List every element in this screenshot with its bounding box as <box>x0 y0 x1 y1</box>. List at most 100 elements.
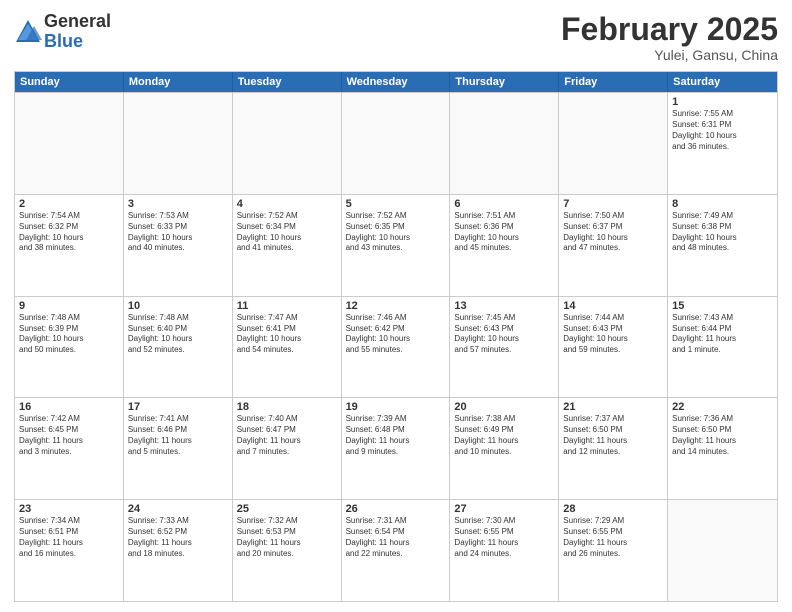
day-number: 13 <box>454 300 554 312</box>
header-sunday: Sunday <box>15 72 124 92</box>
cal-cell-w3d1: 17Sunrise: 7:41 AM Sunset: 6:46 PM Dayli… <box>124 398 233 499</box>
cal-cell-w0d3 <box>342 93 451 194</box>
cal-cell-w3d0: 16Sunrise: 7:42 AM Sunset: 6:45 PM Dayli… <box>15 398 124 499</box>
location-subtitle: Yulei, Gansu, China <box>561 47 778 63</box>
calendar: Sunday Monday Tuesday Wednesday Thursday… <box>14 71 778 602</box>
header-thursday: Thursday <box>450 72 559 92</box>
day-number: 26 <box>346 503 446 515</box>
cal-cell-w2d1: 10Sunrise: 7:48 AM Sunset: 6:40 PM Dayli… <box>124 297 233 398</box>
day-info: Sunrise: 7:51 AM Sunset: 6:36 PM Dayligh… <box>454 211 554 254</box>
week-row-1: 2Sunrise: 7:54 AM Sunset: 6:32 PM Daylig… <box>15 194 777 296</box>
page: General Blue February 2025 Yulei, Gansu,… <box>0 0 792 612</box>
header-monday: Monday <box>124 72 233 92</box>
day-number: 27 <box>454 503 554 515</box>
day-number: 18 <box>237 401 337 413</box>
week-row-2: 9Sunrise: 7:48 AM Sunset: 6:39 PM Daylig… <box>15 296 777 398</box>
cal-cell-w3d5: 21Sunrise: 7:37 AM Sunset: 6:50 PM Dayli… <box>559 398 668 499</box>
header-saturday: Saturday <box>668 72 777 92</box>
cal-cell-w4d0: 23Sunrise: 7:34 AM Sunset: 6:51 PM Dayli… <box>15 500 124 601</box>
day-info: Sunrise: 7:40 AM Sunset: 6:47 PM Dayligh… <box>237 414 337 457</box>
day-number: 2 <box>19 198 119 210</box>
day-number: 10 <box>128 300 228 312</box>
header: General Blue February 2025 Yulei, Gansu,… <box>14 12 778 63</box>
logo-general-text: General <box>44 12 111 32</box>
cal-cell-w4d6 <box>668 500 777 601</box>
month-title: February 2025 <box>561 12 778 47</box>
day-info: Sunrise: 7:50 AM Sunset: 6:37 PM Dayligh… <box>563 211 663 254</box>
day-number: 5 <box>346 198 446 210</box>
logo-blue-text: Blue <box>44 32 111 52</box>
day-number: 19 <box>346 401 446 413</box>
day-info: Sunrise: 7:52 AM Sunset: 6:35 PM Dayligh… <box>346 211 446 254</box>
cal-cell-w2d2: 11Sunrise: 7:47 AM Sunset: 6:41 PM Dayli… <box>233 297 342 398</box>
day-number: 9 <box>19 300 119 312</box>
day-info: Sunrise: 7:34 AM Sunset: 6:51 PM Dayligh… <box>19 516 119 559</box>
day-info: Sunrise: 7:38 AM Sunset: 6:49 PM Dayligh… <box>454 414 554 457</box>
day-number: 21 <box>563 401 663 413</box>
day-info: Sunrise: 7:43 AM Sunset: 6:44 PM Dayligh… <box>672 313 773 356</box>
day-number: 22 <box>672 401 773 413</box>
day-number: 24 <box>128 503 228 515</box>
cal-cell-w0d6: 1Sunrise: 7:55 AM Sunset: 6:31 PM Daylig… <box>668 93 777 194</box>
cal-cell-w1d1: 3Sunrise: 7:53 AM Sunset: 6:33 PM Daylig… <box>124 195 233 296</box>
cal-cell-w1d5: 7Sunrise: 7:50 AM Sunset: 6:37 PM Daylig… <box>559 195 668 296</box>
day-info: Sunrise: 7:48 AM Sunset: 6:39 PM Dayligh… <box>19 313 119 356</box>
cal-cell-w2d4: 13Sunrise: 7:45 AM Sunset: 6:43 PM Dayli… <box>450 297 559 398</box>
cal-cell-w4d4: 27Sunrise: 7:30 AM Sunset: 6:55 PM Dayli… <box>450 500 559 601</box>
week-row-0: 1Sunrise: 7:55 AM Sunset: 6:31 PM Daylig… <box>15 92 777 194</box>
calendar-body: 1Sunrise: 7:55 AM Sunset: 6:31 PM Daylig… <box>15 92 777 601</box>
day-number: 28 <box>563 503 663 515</box>
header-tuesday: Tuesday <box>233 72 342 92</box>
cal-cell-w1d4: 6Sunrise: 7:51 AM Sunset: 6:36 PM Daylig… <box>450 195 559 296</box>
title-block: February 2025 Yulei, Gansu, China <box>561 12 778 63</box>
day-info: Sunrise: 7:33 AM Sunset: 6:52 PM Dayligh… <box>128 516 228 559</box>
calendar-header: Sunday Monday Tuesday Wednesday Thursday… <box>15 72 777 92</box>
header-friday: Friday <box>559 72 668 92</box>
day-number: 20 <box>454 401 554 413</box>
header-wednesday: Wednesday <box>342 72 451 92</box>
week-row-3: 16Sunrise: 7:42 AM Sunset: 6:45 PM Dayli… <box>15 397 777 499</box>
cal-cell-w4d5: 28Sunrise: 7:29 AM Sunset: 6:55 PM Dayli… <box>559 500 668 601</box>
cal-cell-w1d2: 4Sunrise: 7:52 AM Sunset: 6:34 PM Daylig… <box>233 195 342 296</box>
day-number: 25 <box>237 503 337 515</box>
day-info: Sunrise: 7:44 AM Sunset: 6:43 PM Dayligh… <box>563 313 663 356</box>
day-number: 7 <box>563 198 663 210</box>
day-number: 1 <box>672 96 773 108</box>
day-number: 14 <box>563 300 663 312</box>
cal-cell-w1d6: 8Sunrise: 7:49 AM Sunset: 6:38 PM Daylig… <box>668 195 777 296</box>
day-info: Sunrise: 7:49 AM Sunset: 6:38 PM Dayligh… <box>672 211 773 254</box>
week-row-4: 23Sunrise: 7:34 AM Sunset: 6:51 PM Dayli… <box>15 499 777 601</box>
cal-cell-w0d2 <box>233 93 342 194</box>
cal-cell-w2d3: 12Sunrise: 7:46 AM Sunset: 6:42 PM Dayli… <box>342 297 451 398</box>
cal-cell-w3d3: 19Sunrise: 7:39 AM Sunset: 6:48 PM Dayli… <box>342 398 451 499</box>
day-number: 11 <box>237 300 337 312</box>
day-info: Sunrise: 7:55 AM Sunset: 6:31 PM Dayligh… <box>672 109 773 152</box>
day-info: Sunrise: 7:31 AM Sunset: 6:54 PM Dayligh… <box>346 516 446 559</box>
cal-cell-w4d3: 26Sunrise: 7:31 AM Sunset: 6:54 PM Dayli… <box>342 500 451 601</box>
cal-cell-w3d2: 18Sunrise: 7:40 AM Sunset: 6:47 PM Dayli… <box>233 398 342 499</box>
cal-cell-w0d5 <box>559 93 668 194</box>
day-number: 15 <box>672 300 773 312</box>
day-info: Sunrise: 7:47 AM Sunset: 6:41 PM Dayligh… <box>237 313 337 356</box>
day-info: Sunrise: 7:48 AM Sunset: 6:40 PM Dayligh… <box>128 313 228 356</box>
day-number: 17 <box>128 401 228 413</box>
cal-cell-w4d1: 24Sunrise: 7:33 AM Sunset: 6:52 PM Dayli… <box>124 500 233 601</box>
day-number: 23 <box>19 503 119 515</box>
cal-cell-w1d0: 2Sunrise: 7:54 AM Sunset: 6:32 PM Daylig… <box>15 195 124 296</box>
cal-cell-w3d6: 22Sunrise: 7:36 AM Sunset: 6:50 PM Dayli… <box>668 398 777 499</box>
cal-cell-w0d4 <box>450 93 559 194</box>
day-info: Sunrise: 7:42 AM Sunset: 6:45 PM Dayligh… <box>19 414 119 457</box>
day-number: 16 <box>19 401 119 413</box>
day-info: Sunrise: 7:39 AM Sunset: 6:48 PM Dayligh… <box>346 414 446 457</box>
day-number: 3 <box>128 198 228 210</box>
day-info: Sunrise: 7:41 AM Sunset: 6:46 PM Dayligh… <box>128 414 228 457</box>
logo-icon <box>14 18 42 46</box>
day-info: Sunrise: 7:30 AM Sunset: 6:55 PM Dayligh… <box>454 516 554 559</box>
day-info: Sunrise: 7:46 AM Sunset: 6:42 PM Dayligh… <box>346 313 446 356</box>
day-info: Sunrise: 7:54 AM Sunset: 6:32 PM Dayligh… <box>19 211 119 254</box>
logo-text: General Blue <box>44 12 111 52</box>
cal-cell-w0d1 <box>124 93 233 194</box>
day-info: Sunrise: 7:36 AM Sunset: 6:50 PM Dayligh… <box>672 414 773 457</box>
cal-cell-w2d5: 14Sunrise: 7:44 AM Sunset: 6:43 PM Dayli… <box>559 297 668 398</box>
day-number: 6 <box>454 198 554 210</box>
